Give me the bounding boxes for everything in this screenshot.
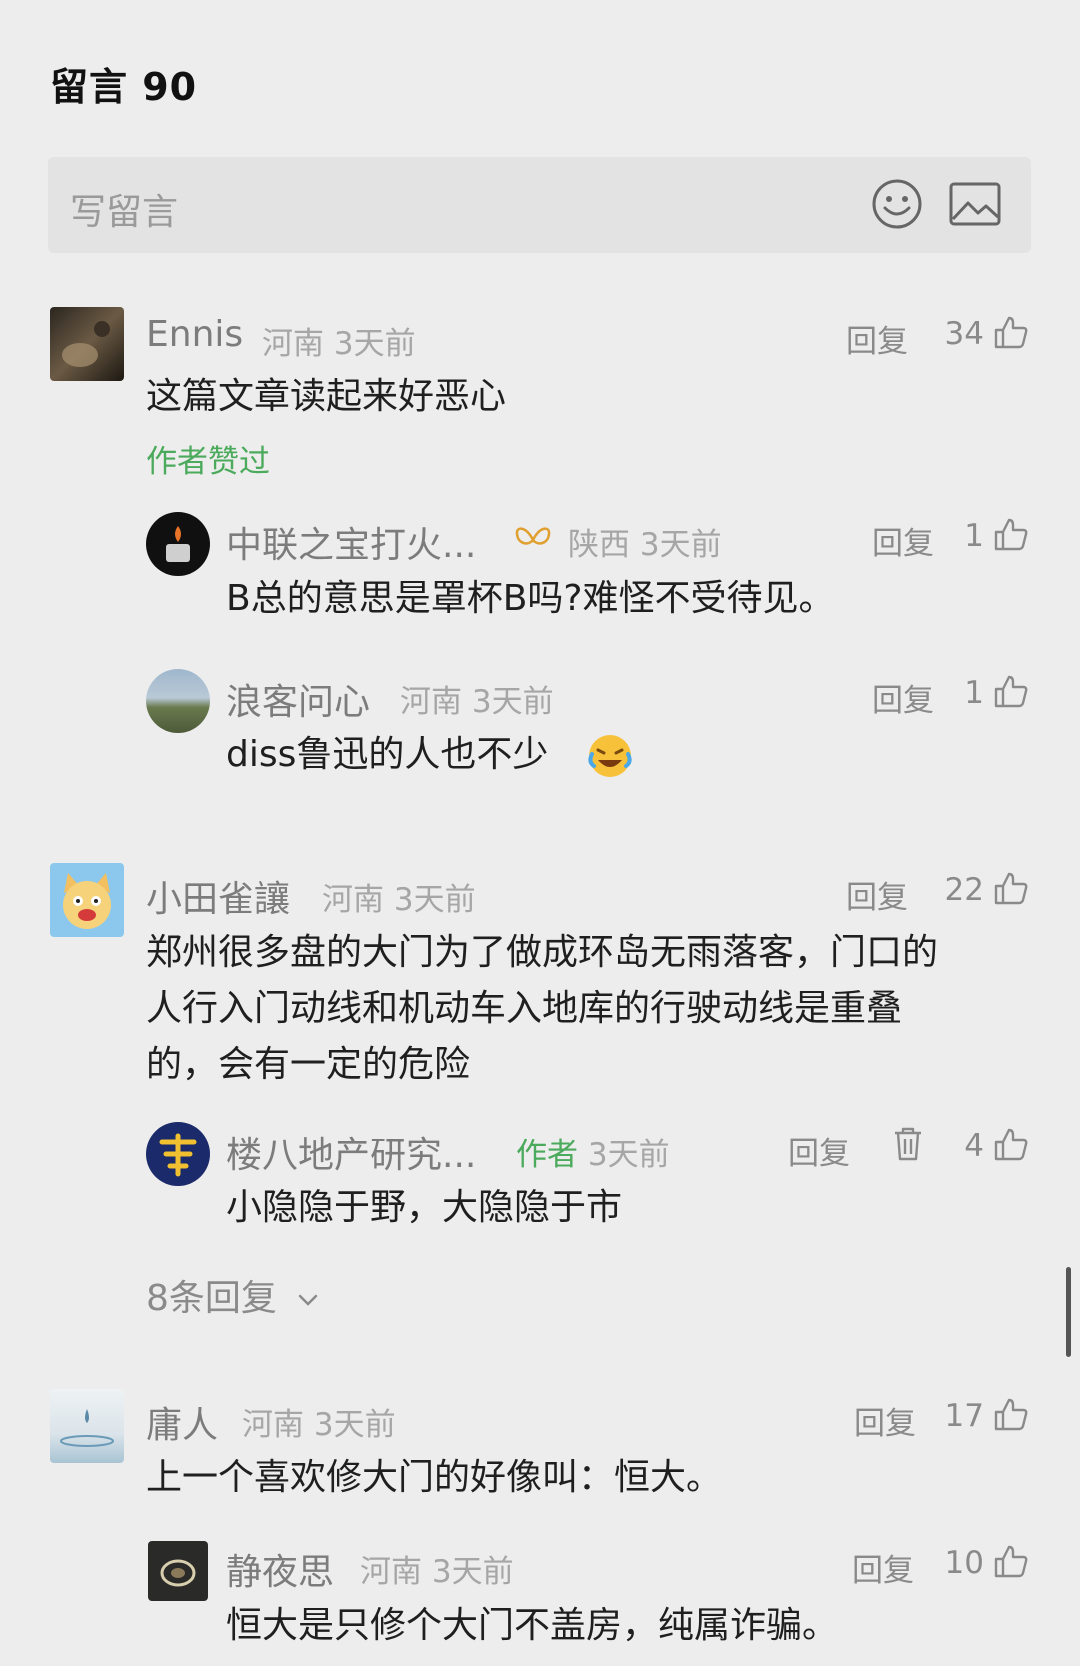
location: 河南 xyxy=(360,1554,422,1590)
location: 河南 xyxy=(400,684,462,720)
reply-meta: 陕西 3天前 xyxy=(568,519,722,564)
reply-text: 恒大是只修个大门不盖房，纯属诈骗。 xyxy=(226,1605,839,1646)
thumbs-up-icon[interactable] xyxy=(993,1396,1029,1432)
like-count: 1 xyxy=(964,675,984,711)
location: 河南 xyxy=(322,882,384,918)
timestamp: 3天前 xyxy=(431,1554,514,1590)
reply-button[interactable]: 回复 xyxy=(846,872,908,917)
emoji-smile-icon[interactable] xyxy=(870,177,924,231)
avatar[interactable] xyxy=(146,1122,210,1186)
timestamp: 3天前 xyxy=(313,1407,396,1443)
reply-button[interactable]: 回复 xyxy=(854,1398,916,1443)
comment-input[interactable]: 写留言 xyxy=(48,157,1031,253)
comment-text-line: 人行入门动线和机动车入地库的行驶动线是重叠 xyxy=(146,988,903,1029)
author-liked-badge: 作者赞过 xyxy=(146,444,270,480)
scrollbar[interactable] xyxy=(1066,1267,1071,1357)
reply-text: B总的意思是罩杯B吗?难怪不受待见。 xyxy=(226,578,835,619)
like-count: 34 xyxy=(944,316,984,352)
like-count: 1 xyxy=(964,518,984,554)
like-count: 22 xyxy=(944,872,984,908)
replier-name[interactable]: 静夜思 xyxy=(226,1543,334,1595)
thumbs-up-icon[interactable] xyxy=(993,516,1029,552)
location: 陕西 xyxy=(568,527,630,563)
trash-icon[interactable] xyxy=(892,1126,924,1162)
comment-meta: 河南 3天前 xyxy=(262,318,416,363)
reply-meta: 河南 3天前 xyxy=(360,1546,514,1591)
thumbs-up-icon[interactable] xyxy=(993,1126,1029,1162)
replier-name[interactable]: 中联之宝打火... xyxy=(226,516,476,568)
avatar[interactable] xyxy=(50,863,124,937)
like-count: 17 xyxy=(944,1398,984,1434)
image-icon[interactable] xyxy=(948,179,1002,229)
reply-text: 小隐隐于野，大隐隐于市 xyxy=(226,1187,623,1228)
commenter-name[interactable]: Ennis xyxy=(146,314,243,355)
comment-text-line: 郑州很多盘的大门为了做成环岛无雨落客，门口的 xyxy=(146,932,939,973)
like-count: 4 xyxy=(964,1128,984,1164)
thumbs-up-icon[interactable] xyxy=(993,1543,1029,1579)
reply-button[interactable]: 回复 xyxy=(846,316,908,361)
avatar[interactable] xyxy=(148,1541,208,1601)
like-count: 10 xyxy=(944,1545,984,1581)
comment-meta: 河南 3天前 xyxy=(242,1399,396,1444)
laughing-crying-emoji-icon xyxy=(588,735,632,777)
location: 河南 xyxy=(242,1407,304,1443)
reply-meta: 作者 3天前 xyxy=(516,1129,670,1174)
timestamp: 3天前 xyxy=(393,882,476,918)
comment-text: 上一个喜欢修大门的好像叫：恒大。 xyxy=(146,1457,723,1498)
author-tag: 作者 xyxy=(516,1137,578,1173)
thumbs-up-icon[interactable] xyxy=(993,673,1029,709)
avatar[interactable] xyxy=(50,1389,124,1463)
timestamp: 3天前 xyxy=(639,527,722,563)
commenter-name[interactable]: 小田雀讓 xyxy=(146,870,290,922)
commenter-name[interactable]: 庸人 xyxy=(146,1396,218,1448)
thumbs-up-icon[interactable] xyxy=(993,870,1029,906)
avatar[interactable] xyxy=(50,307,124,381)
comment-text: 这篇文章读起来好恶心 xyxy=(146,376,507,417)
comment-text-line: 的，会有一定的危险 xyxy=(146,1044,471,1085)
timestamp: 3天前 xyxy=(587,1137,670,1173)
avatar[interactable] xyxy=(146,669,210,733)
location: 河南 xyxy=(262,326,324,362)
thumbs-up-icon[interactable] xyxy=(993,314,1029,350)
replier-name[interactable]: 浪客问心 xyxy=(226,673,370,725)
replier-name[interactable]: 楼八地产研究... xyxy=(226,1126,476,1178)
page-title: 留言 90 xyxy=(50,65,198,109)
chevron-down-icon xyxy=(299,1294,318,1306)
timestamp: 3天前 xyxy=(471,684,554,720)
expand-replies-button[interactable]: 8条回复 xyxy=(146,1269,320,1321)
comment-meta: 河南 3天前 xyxy=(322,874,476,919)
avatar[interactable] xyxy=(146,512,210,576)
timestamp: 3天前 xyxy=(333,326,416,362)
comment-input-placeholder: 写留言 xyxy=(70,192,179,233)
reply-button[interactable]: 回复 xyxy=(852,1545,914,1590)
more-replies-label: 8条回复 xyxy=(146,1278,277,1319)
reply-button[interactable]: 回复 xyxy=(788,1128,850,1173)
butterfly-badge-icon xyxy=(515,527,551,545)
reply-text: diss鲁迅的人也不少 xyxy=(226,734,549,775)
reply-meta: 河南 3天前 xyxy=(400,676,554,721)
